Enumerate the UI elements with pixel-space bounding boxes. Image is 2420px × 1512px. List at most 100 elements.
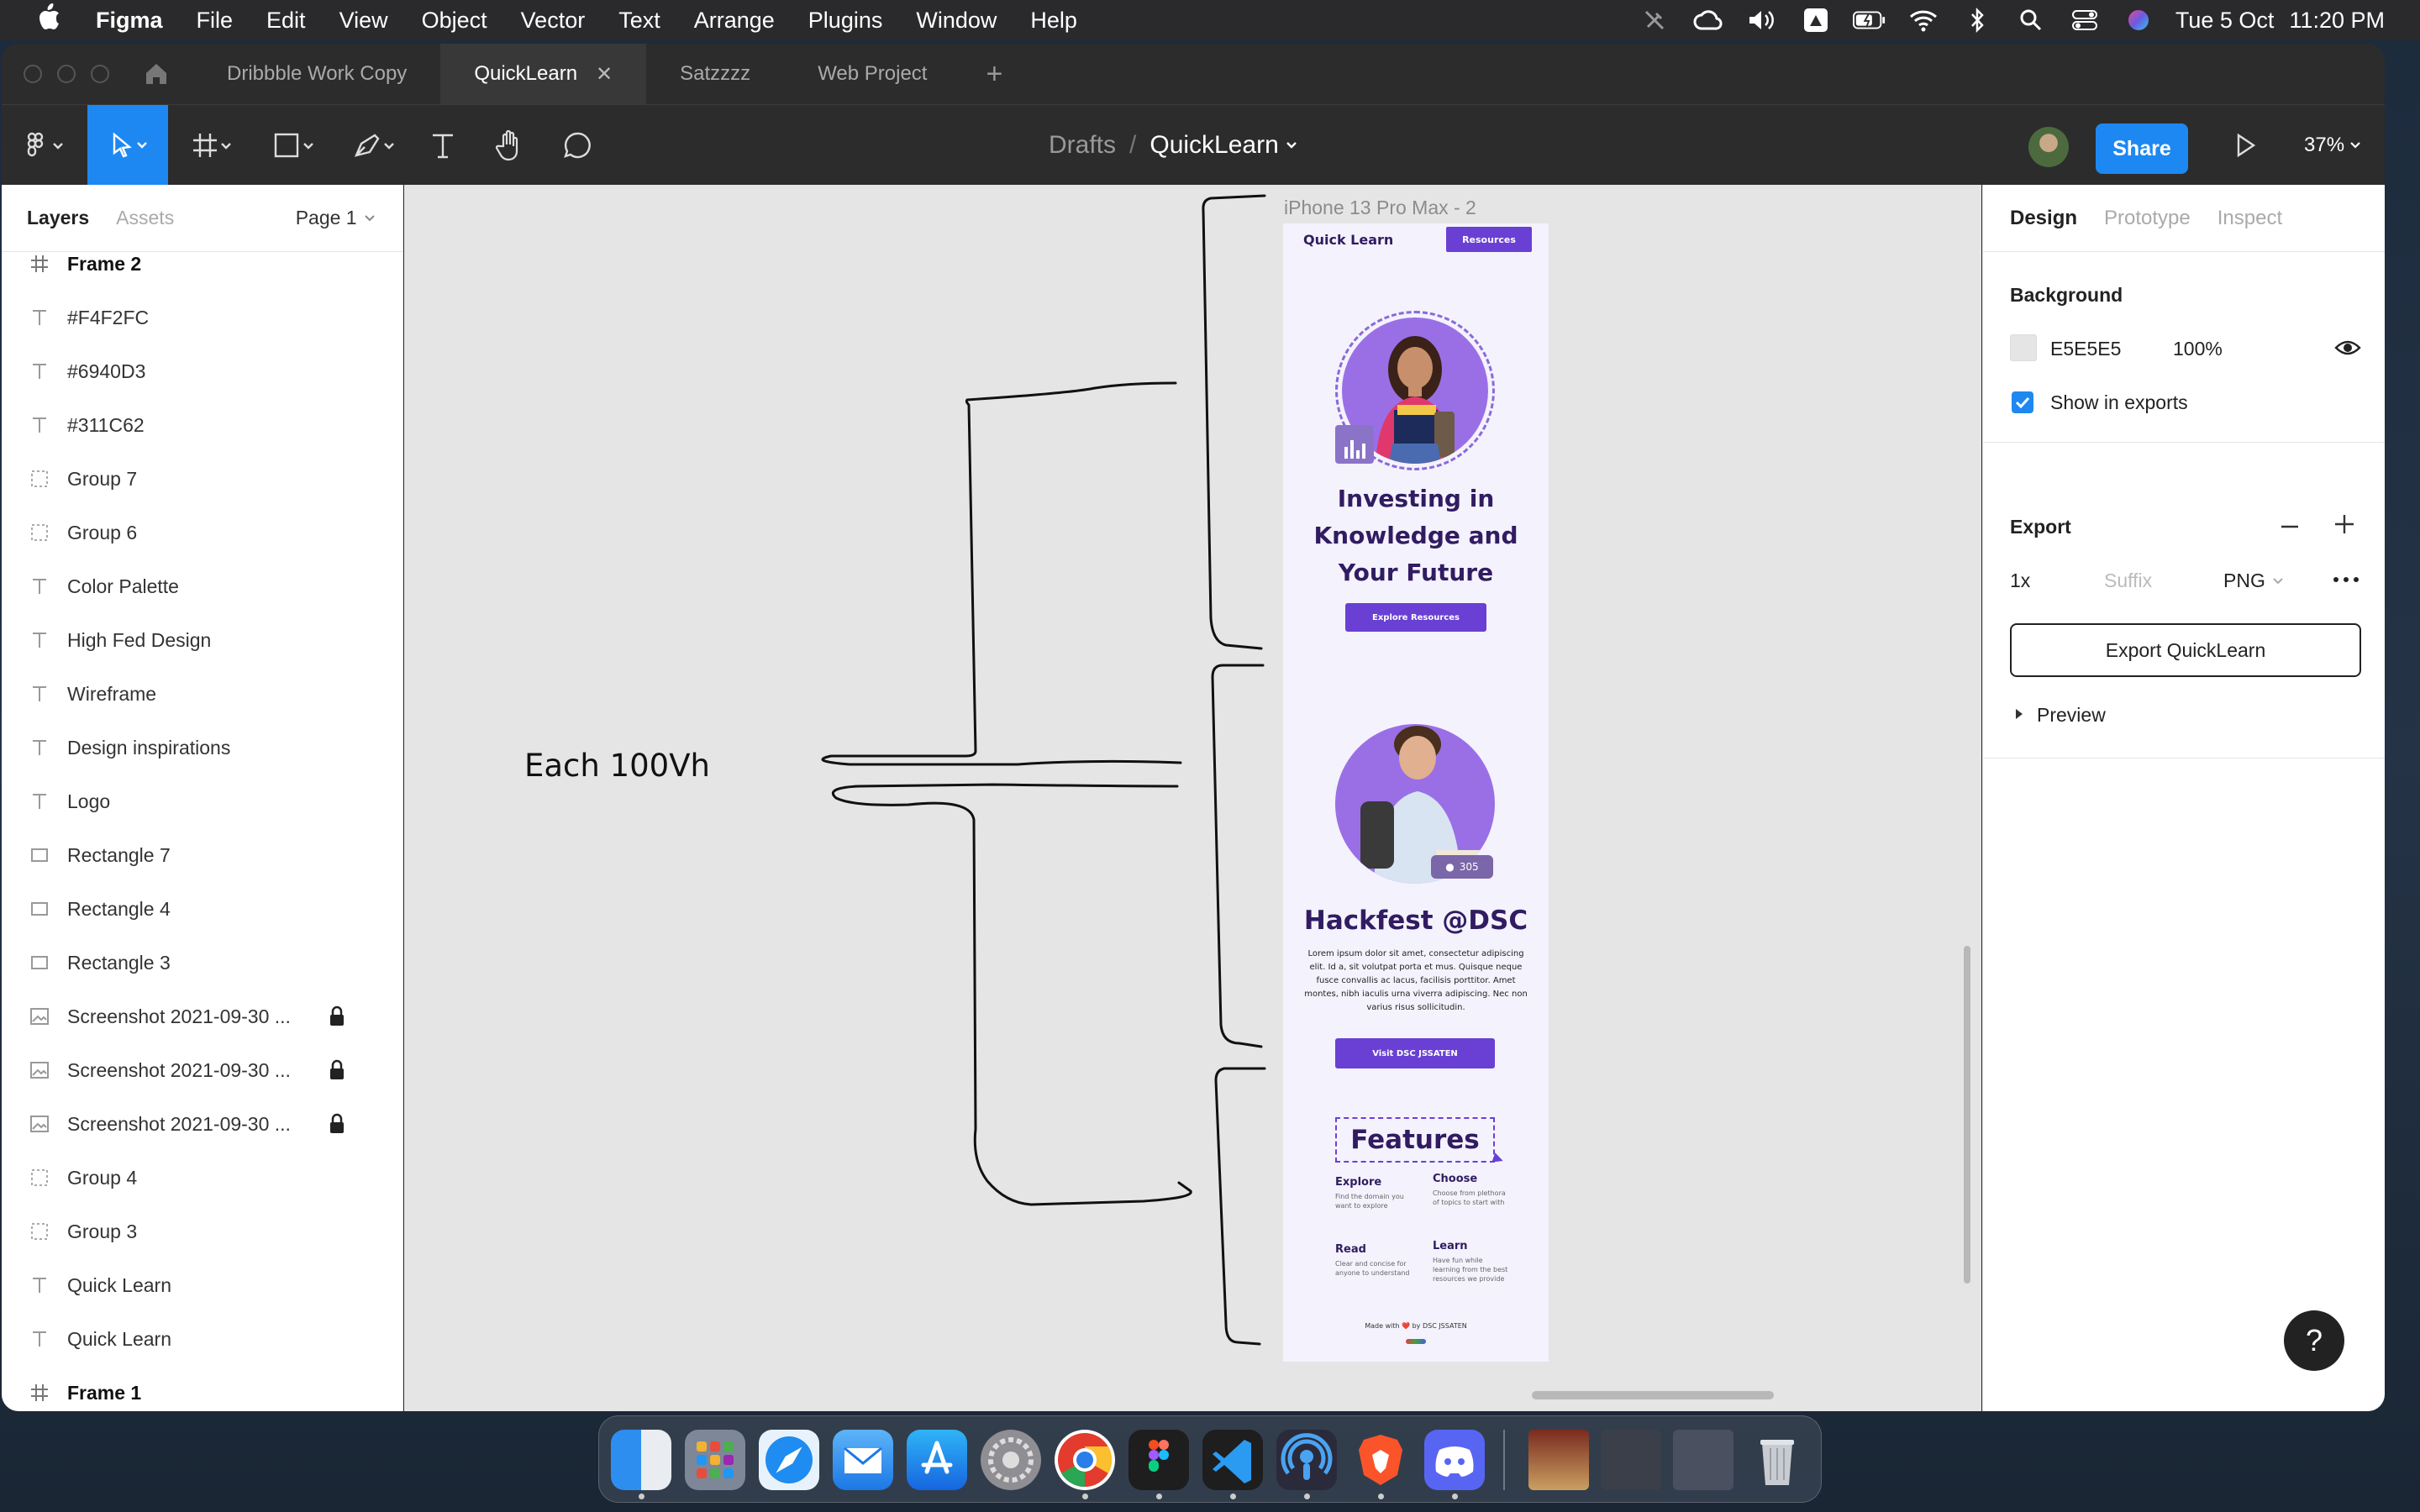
export-preview-toggle[interactable]: Preview (2037, 704, 2106, 727)
layer-row[interactable]: Quick Learn (2, 1258, 403, 1312)
share-button[interactable]: Share (2096, 123, 2188, 174)
layer-row[interactable]: Quick Learn (2, 1312, 403, 1366)
volume-icon[interactable] (1745, 6, 1779, 34)
chevron-down-icon[interactable] (1279, 137, 1304, 154)
menu-plugins[interactable]: Plugins (808, 8, 883, 34)
layer-row[interactable]: Screenshot 2021-09-30 ... (2, 990, 403, 1043)
discord-icon[interactable] (1424, 1430, 1485, 1490)
menu-file[interactable]: File (197, 8, 234, 34)
pen-tool-button[interactable] (343, 105, 410, 186)
main-menu-figma-icon[interactable] (18, 105, 72, 186)
layer-row[interactable]: Group 7 (2, 452, 403, 506)
layer-row[interactable]: Rectangle 3 (2, 936, 403, 990)
layer-row[interactable]: Screenshot 2021-09-30 ... (2, 1043, 403, 1097)
tab-dribbble-work-copy[interactable]: Dribbble Work Copy (193, 44, 440, 104)
tab-satzzzz[interactable]: Satzzzz (646, 44, 784, 104)
safari-icon[interactable] (759, 1430, 819, 1490)
layer-row[interactable]: Wireframe (2, 667, 403, 721)
shape-tool-button[interactable] (262, 105, 329, 186)
launchpad-icon[interactable] (685, 1430, 745, 1490)
export-format-select[interactable]: PNG (2223, 570, 2286, 592)
system-preferences-icon[interactable] (981, 1430, 1041, 1490)
tab-layers[interactable]: Layers (27, 207, 89, 229)
background-opacity-input[interactable]: 100% (2173, 338, 2223, 360)
tab-inspect[interactable]: Inspect (2217, 207, 2282, 230)
chrome-icon[interactable] (1055, 1430, 1115, 1490)
new-tab-plus-icon[interactable]: + (986, 58, 1002, 91)
minus-icon[interactable] (2279, 517, 2301, 536)
horizontal-scrollbar[interactable] (1532, 1391, 1774, 1399)
comment-tool-button[interactable] (556, 105, 598, 186)
layer-row[interactable]: Frame 2 (2, 252, 403, 291)
canvas-annotation-text[interactable]: Each 100Vh (524, 748, 710, 784)
app-store-icon[interactable] (907, 1430, 967, 1490)
podcasts-icon[interactable] (1276, 1430, 1337, 1490)
wifi-icon[interactable] (1907, 6, 1940, 34)
page-selector[interactable]: Page 1 (296, 207, 377, 229)
frame-label[interactable]: iPhone 13 Pro Max - 2 (1284, 197, 1476, 219)
layer-row[interactable]: #6940D3 (2, 344, 403, 398)
siri-icon[interactable] (2122, 6, 2155, 34)
creative-cloud-icon[interactable] (1691, 6, 1725, 34)
close-tab-icon[interactable]: ✕ (596, 62, 613, 87)
export-quicklearn-button[interactable]: Export QuickLearn (2010, 623, 2361, 677)
close-window-button[interactable] (24, 65, 42, 83)
pen-slash-icon[interactable] (1638, 6, 1671, 34)
menubar-date[interactable]: Tue 5 Oct (2175, 8, 2275, 34)
bluetooth-icon[interactable] (1960, 6, 1994, 34)
move-tool-button[interactable] (87, 105, 168, 186)
iphone-frame-mockup[interactable]: Quick Learn Resources Investing in Knowl… (1283, 223, 1549, 1362)
user-avatar[interactable] (2028, 127, 2069, 167)
layer-row[interactable]: Color Palette (2, 559, 403, 613)
show-in-exports-checkbox[interactable] (2012, 391, 2033, 413)
zoom-window-button[interactable] (91, 65, 109, 83)
help-button[interactable]: ? (2284, 1310, 2344, 1371)
layer-row[interactable]: Group 6 (2, 506, 403, 559)
menu-object[interactable]: Object (422, 8, 487, 34)
zoom-dropdown[interactable]: 37% (2304, 105, 2366, 186)
minimized-window-thumbnail[interactable] (1673, 1430, 1733, 1490)
layer-row[interactable]: Rectangle 4 (2, 882, 403, 936)
menu-arrange[interactable]: Arrange (694, 8, 775, 34)
lock-icon[interactable] (328, 1059, 346, 1081)
brave-icon[interactable] (1350, 1430, 1411, 1490)
layer-row[interactable]: Group 4 (2, 1151, 403, 1205)
layer-row[interactable]: Frame 1 (2, 1366, 403, 1411)
vscode-icon[interactable] (1202, 1430, 1263, 1490)
background-color-swatch[interactable] (2010, 334, 2037, 361)
export-suffix-input[interactable]: Suffix (2104, 570, 2152, 592)
menu-edit[interactable]: Edit (266, 8, 306, 34)
home-icon[interactable] (143, 60, 170, 87)
tab-quicklearn[interactable]: QuickLearn ✕ (440, 44, 647, 104)
menu-view[interactable]: View (339, 8, 388, 34)
breadcrumb-project-name[interactable]: QuickLearn (1150, 131, 1278, 160)
present-play-icon[interactable] (2227, 127, 2264, 164)
menu-text[interactable]: Text (618, 8, 660, 34)
battery-icon[interactable] (1852, 6, 1886, 34)
finder-icon[interactable] (611, 1430, 671, 1490)
layer-row[interactable]: Design inspirations (2, 721, 403, 774)
export-scale-select[interactable]: 1x (2010, 570, 2030, 592)
layer-row[interactable]: #311C62 (2, 398, 403, 452)
menubar-time[interactable]: 11:20 PM (2289, 8, 2385, 34)
minimized-window-thumbnail[interactable] (1601, 1430, 1661, 1490)
menu-help[interactable]: Help (1030, 8, 1077, 34)
tab-assets[interactable]: Assets (116, 207, 174, 229)
design-canvas[interactable]: Each 100Vh iPhone 13 Pro Max - 2 Quick L… (404, 185, 1981, 1411)
spotlight-search-icon[interactable] (2014, 6, 2048, 34)
plus-icon[interactable] (2333, 512, 2356, 536)
minimize-window-button[interactable] (57, 65, 76, 83)
tab-web-project[interactable]: Web Project (784, 44, 960, 104)
menu-vector[interactable]: Vector (521, 8, 586, 34)
breadcrumb-drafts[interactable]: Drafts (1049, 131, 1116, 160)
layer-row[interactable]: Logo (2, 774, 403, 828)
hand-tool-button[interactable] (489, 105, 531, 186)
background-hex-input[interactable]: E5E5E5 (2050, 338, 2121, 360)
layer-row[interactable]: Rectangle 7 (2, 828, 403, 882)
frame-tool-button[interactable] (180, 105, 247, 186)
trash-icon[interactable] (1747, 1430, 1807, 1490)
lock-icon[interactable] (328, 1113, 346, 1135)
eye-visibility-icon[interactable] (2334, 336, 2361, 360)
menu-app-name[interactable]: Figma (96, 8, 163, 34)
tab-design[interactable]: Design (2010, 207, 2077, 230)
